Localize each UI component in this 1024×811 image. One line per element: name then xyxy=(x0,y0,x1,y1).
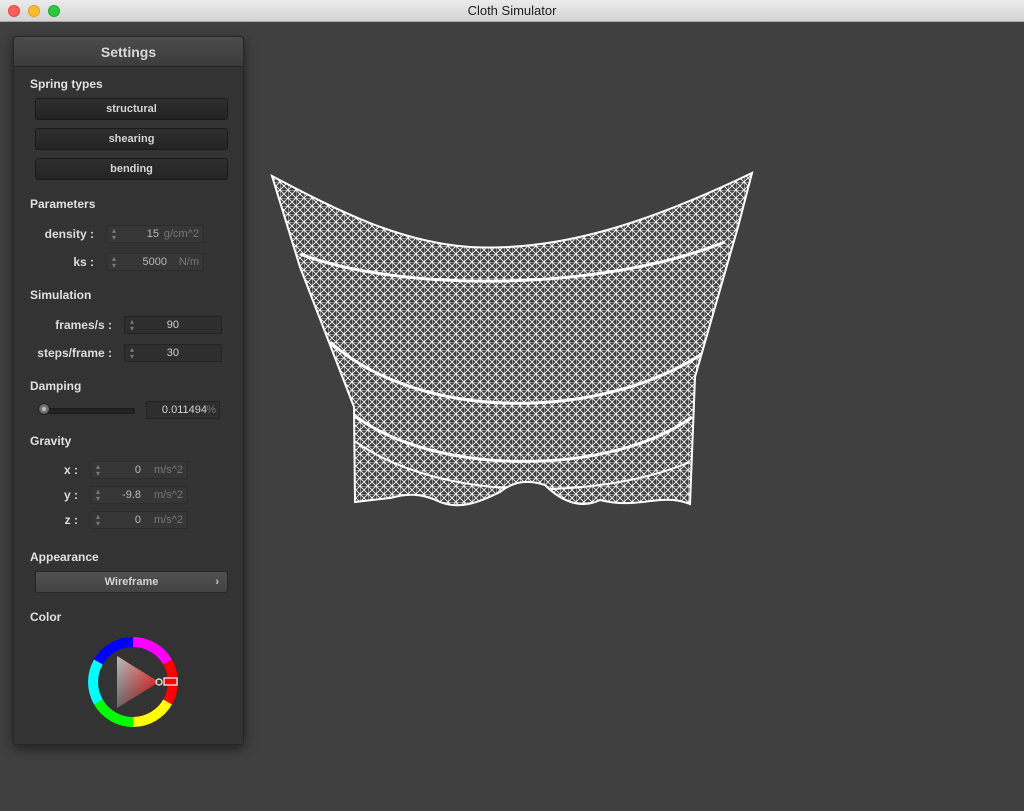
bending-button[interactable]: bending xyxy=(35,158,228,180)
stepper-icon[interactable]: ▴ ▾ xyxy=(95,488,101,503)
density-unit: g/cm^2 xyxy=(163,228,199,240)
appearance-dropdown[interactable]: Wireframe › xyxy=(35,571,228,593)
damping-slider-track[interactable] xyxy=(41,408,135,414)
gravity-heading: Gravity xyxy=(30,434,72,448)
title-bar: Cloth Simulator xyxy=(0,0,1024,22)
gravity-y-field[interactable]: ▴ ▾ -9.8 m/s^2 xyxy=(90,486,188,504)
appearance-selected: Wireframe xyxy=(104,576,159,588)
density-field[interactable]: ▴ ▾ 15 g/cm^2 xyxy=(106,225,204,243)
panel-header[interactable]: Settings xyxy=(14,37,243,67)
gravity-x-field[interactable]: ▴ ▾ 0 m/s^2 xyxy=(90,461,188,479)
stepper-icon[interactable]: ▴ ▾ xyxy=(95,463,101,478)
gravity-z-label: z : xyxy=(64,513,78,527)
settings-panel: Settings Spring types structural shearin… xyxy=(13,36,244,745)
stepper-icon[interactable]: ▴ ▾ xyxy=(129,346,135,361)
steps-per-frame-field[interactable]: ▴ ▾ 30 xyxy=(124,344,222,362)
ks-unit: N/m xyxy=(178,256,199,268)
stepper-icon[interactable]: ▴ ▾ xyxy=(111,227,117,242)
damping-unit: % xyxy=(206,404,216,416)
hue-selector-marker[interactable] xyxy=(163,677,178,686)
color-heading: Color xyxy=(30,610,62,624)
stepper-icon[interactable]: ▴ ▾ xyxy=(111,255,117,270)
panel-title: Settings xyxy=(100,44,157,60)
damping-slider-knob[interactable] xyxy=(38,403,50,415)
appearance-heading: Appearance xyxy=(30,550,99,564)
gravity-z-field[interactable]: ▴ ▾ 0 m/s^2 xyxy=(90,511,188,529)
stepper-icon[interactable]: ▴ ▾ xyxy=(95,513,101,528)
damping-field[interactable]: 0.011494 % xyxy=(146,401,220,419)
ks-label: ks : xyxy=(73,255,94,269)
frames-per-second-field[interactable]: ▴ ▾ 90 xyxy=(124,316,222,334)
structural-button[interactable]: structural xyxy=(35,98,228,120)
simulation-heading: Simulation xyxy=(30,288,92,302)
shearing-button[interactable]: shearing xyxy=(35,128,228,150)
stepper-icon[interactable]: ▴ ▾ xyxy=(129,318,135,333)
gravity-y-label: y : xyxy=(63,488,78,502)
steps-per-frame-label: steps/frame : xyxy=(37,346,112,360)
frames-per-second-label: frames/s : xyxy=(55,318,112,332)
gravity-x-label: x : xyxy=(63,463,78,477)
ks-field[interactable]: ▴ ▾ 5000 N/m xyxy=(106,253,204,271)
window-title: Cloth Simulator xyxy=(467,3,557,18)
spring-types-heading: Spring types xyxy=(30,77,103,91)
parameters-heading: Parameters xyxy=(30,197,96,211)
density-label: density : xyxy=(44,227,94,241)
damping-heading: Damping xyxy=(30,379,82,393)
chevron-right-icon: › xyxy=(215,576,219,588)
color-wheel[interactable] xyxy=(87,636,179,728)
